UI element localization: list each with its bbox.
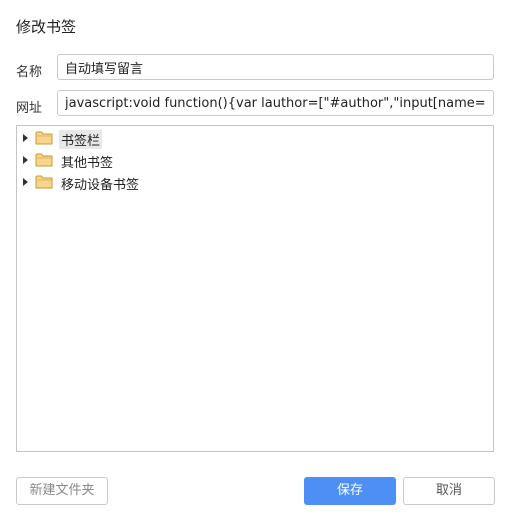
tree-item-other-bookmarks[interactable]: 其他书签 [17, 150, 493, 171]
url-input[interactable] [57, 90, 494, 116]
expand-arrow-icon[interactable] [23, 156, 28, 164]
cancel-button[interactable]: 取消 [403, 477, 495, 505]
edit-bookmark-dialog: 修改书签 名称 网址 书签栏 其他书签 移动 [0, 0, 511, 520]
folder-tree[interactable]: 书签栏 其他书签 移动设备书签 [16, 125, 494, 452]
name-input[interactable] [57, 54, 494, 80]
tree-item-label: 其他书签 [61, 156, 114, 171]
folder-icon [35, 131, 53, 145]
tree-item-mobile-bookmarks[interactable]: 移动设备书签 [17, 172, 493, 193]
name-label: 名称 [16, 65, 43, 80]
expand-arrow-icon[interactable] [23, 178, 28, 186]
expand-arrow-icon[interactable] [23, 134, 28, 142]
url-label: 网址 [16, 101, 43, 116]
tree-item-bookmarks-bar[interactable]: 书签栏 [17, 128, 493, 149]
dialog-title: 修改书签 [16, 18, 77, 36]
tree-item-label: 书签栏 [59, 130, 103, 149]
tree-item-label: 移动设备书签 [61, 178, 140, 193]
save-button[interactable]: 保存 [304, 477, 396, 505]
folder-icon [35, 175, 53, 189]
folder-icon [35, 153, 53, 167]
new-folder-button[interactable]: 新建文件夹 [16, 477, 108, 505]
